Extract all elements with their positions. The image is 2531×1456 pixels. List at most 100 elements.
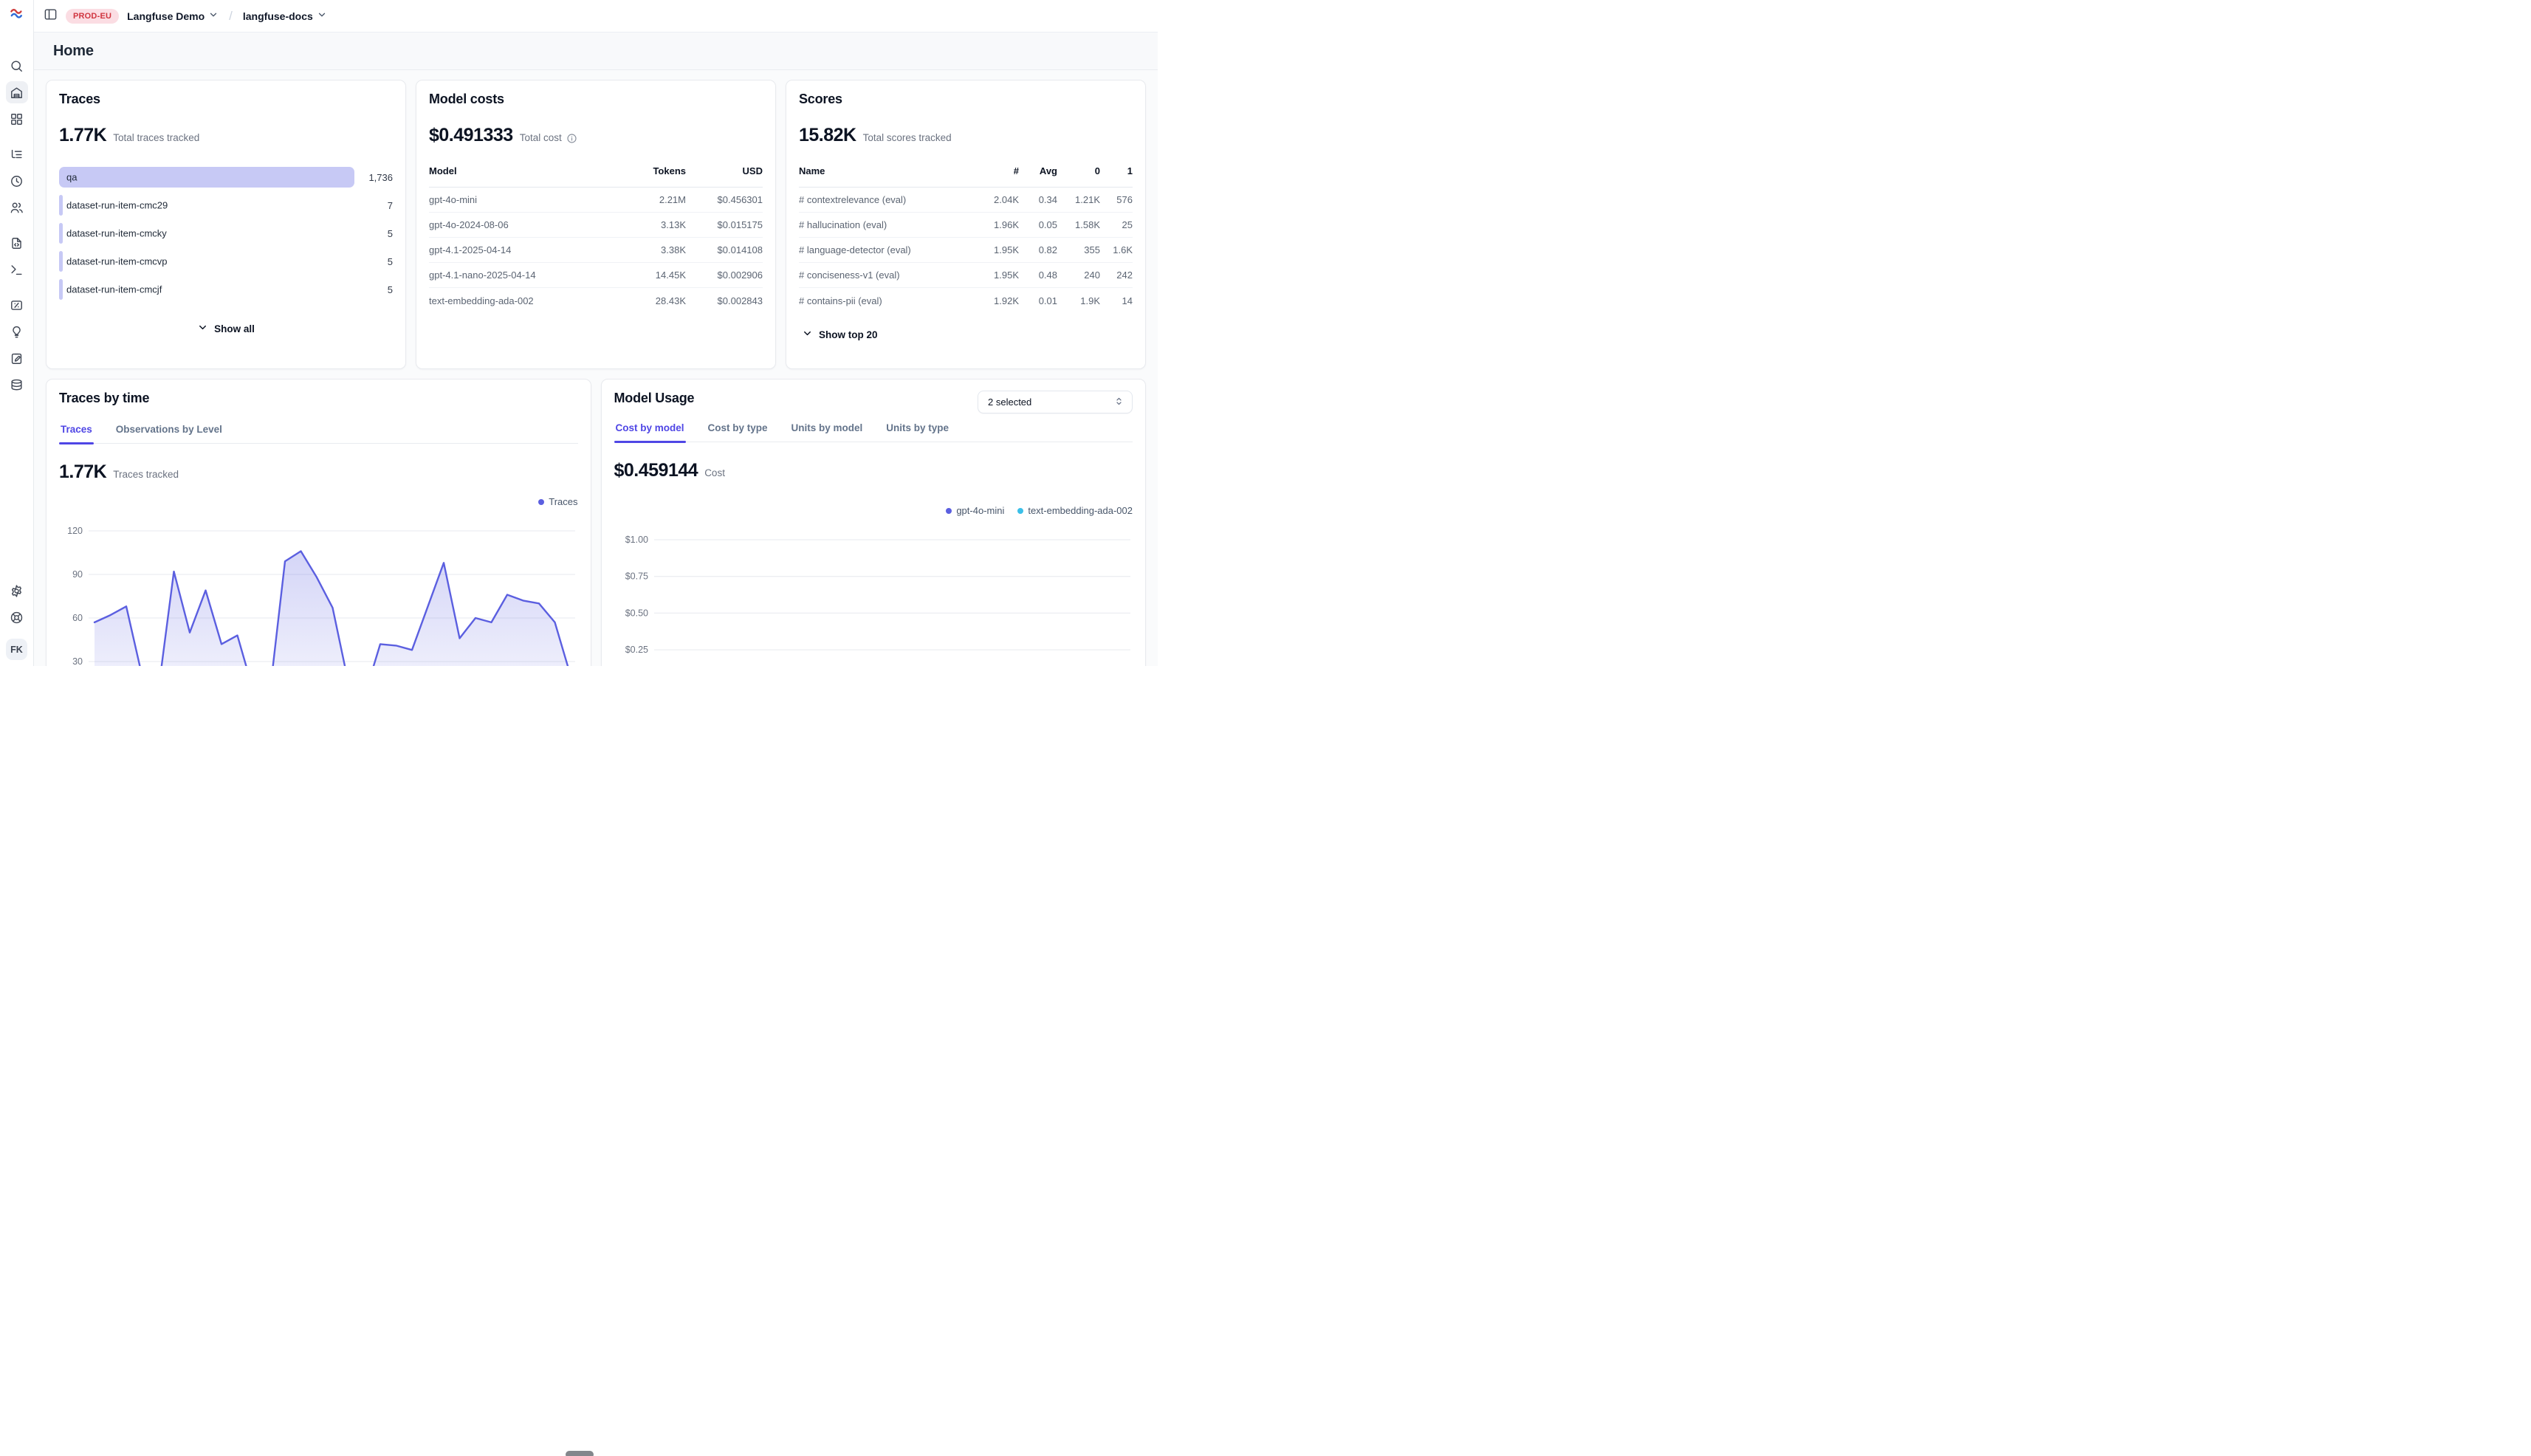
- list-tree-icon: [10, 148, 24, 162]
- database-icon: [10, 378, 24, 392]
- trace-count-bar: [59, 223, 63, 244]
- horizontal-scrollbar-thumb[interactable]: [566, 1451, 594, 1456]
- trace-count-bar: [59, 251, 63, 272]
- traces-by-time-card: Traces by time Traces Observations by Lev…: [46, 379, 591, 666]
- trace-count-bar: [59, 279, 63, 300]
- score-count: 1.92K: [976, 295, 1019, 306]
- tab-units-by-model[interactable]: Units by model: [790, 422, 865, 442]
- model-select-dropdown[interactable]: 2 selected: [978, 391, 1133, 413]
- traces-tracked-label: Traces tracked: [113, 469, 179, 480]
- trace-name: dataset-run-item-cmcvp: [66, 256, 168, 267]
- score-zero: 1.9K: [1057, 295, 1100, 306]
- trace-count-bar: [59, 167, 354, 188]
- model-tokens: 28.43K: [622, 295, 686, 306]
- trace-count: 5: [354, 256, 393, 267]
- topbar: PROD-EU Langfuse Demo / langfuse-docs: [34, 0, 1158, 32]
- model-usage-chart: $1.00$0.75$0.50$0.25: [614, 521, 1133, 666]
- traces-tracked-value: 1.77K: [59, 461, 106, 483]
- score-zero: 1.58K: [1057, 219, 1100, 230]
- org-selector[interactable]: Langfuse Demo: [127, 10, 219, 22]
- scores-total: 15.82K: [799, 125, 856, 146]
- trace-count: 7: [354, 200, 393, 211]
- langfuse-logo[interactable]: [10, 8, 24, 23]
- score-one: 242: [1100, 269, 1133, 281]
- trace-name-row[interactable]: dataset-run-item-cmc297: [59, 195, 393, 216]
- score-zero: 1.21K: [1057, 194, 1100, 205]
- sidebar-item-search[interactable]: [5, 52, 29, 79]
- sidebar-item-annotation[interactable]: [5, 345, 29, 371]
- main-column: PROD-EU Langfuse Demo / langfuse-docs Ho…: [34, 0, 1158, 666]
- langfuse-logo-icon: [10, 7, 24, 24]
- model-cost-row: gpt-4.1-nano-2025-04-1414.45K$0.002906: [429, 263, 763, 288]
- show-all-button[interactable]: Show all: [59, 322, 393, 335]
- sidebar-item-dashboards[interactable]: [5, 106, 29, 132]
- sidebar-toggle-button[interactable]: [44, 7, 58, 25]
- tab-traces[interactable]: Traces: [59, 424, 94, 443]
- score-name: # language-detector (eval): [799, 244, 976, 255]
- score-avg: 0.01: [1019, 295, 1057, 306]
- score-row: # hallucination (eval)1.96K0.051.58K25: [799, 213, 1133, 238]
- sidebar-item-playground[interactable]: [5, 256, 29, 283]
- score-count: 2.04K: [976, 194, 1019, 205]
- sidebar-item-support[interactable]: [5, 604, 29, 631]
- tab-observations-by-level[interactable]: Observations by Level: [114, 424, 224, 443]
- content: Traces 1.77K Total traces tracked qa1,73…: [34, 70, 1158, 666]
- tab-cost-by-model[interactable]: Cost by model: [614, 422, 686, 442]
- model-name: gpt-4.1-nano-2025-04-14: [429, 269, 622, 281]
- model-usage-cost-label: Cost: [704, 467, 725, 478]
- trace-name-row[interactable]: qa1,736: [59, 167, 393, 188]
- score-count: 1.96K: [976, 219, 1019, 230]
- langfuse-logo: [10, 7, 24, 21]
- score-row: # conciseness-v1 (eval)1.95K0.48240242: [799, 263, 1133, 288]
- home-icon: [10, 86, 24, 100]
- sidebar-item-home[interactable]: [5, 79, 29, 106]
- panel-left-icon: [44, 7, 58, 25]
- score-row: # contextrelevance (eval)2.04K0.341.21K5…: [799, 188, 1133, 213]
- trace-name: qa: [66, 172, 77, 183]
- tab-cost-by-type[interactable]: Cost by type: [707, 422, 769, 442]
- project-selector[interactable]: langfuse-docs: [243, 10, 327, 22]
- sidebar-item-evaluation[interactable]: [5, 292, 29, 318]
- users-icon: [10, 201, 24, 215]
- show-top-20-label: Show top 20: [819, 329, 878, 340]
- tab-units-by-type[interactable]: Units by type: [885, 422, 950, 442]
- sidebar-item-llm-as-a-judge[interactable]: [5, 318, 29, 345]
- legend-item: gpt-4o-mini: [946, 505, 1004, 516]
- score-one: 25: [1100, 219, 1133, 230]
- svg-text:60: 60: [72, 613, 83, 623]
- sidebar-item-tracing[interactable]: [5, 141, 29, 168]
- model-cost-row: gpt-4.1-2025-04-143.38K$0.014108: [429, 238, 763, 263]
- score-avg: 0.82: [1019, 244, 1057, 255]
- sidebar-item-settings[interactable]: [5, 577, 29, 604]
- trace-name-row[interactable]: dataset-run-item-cmcky5: [59, 223, 393, 244]
- score-avg: 0.05: [1019, 219, 1057, 230]
- show-top-20-button[interactable]: Show top 20: [802, 328, 1133, 341]
- sidebar-item-prompts[interactable]: [5, 230, 29, 256]
- chevrons-up-down-icon: [1113, 396, 1124, 407]
- trace-name-row[interactable]: dataset-run-item-cmcvp 5: [59, 251, 393, 272]
- percent-square-icon: [10, 298, 24, 312]
- trace-name-row[interactable]: dataset-run-item-cmcjf5: [59, 279, 393, 300]
- score-one: 14: [1100, 295, 1133, 306]
- info-icon[interactable]: [566, 131, 577, 145]
- trace-count: 5: [354, 228, 393, 239]
- trace-name: dataset-run-item-cmcjf: [66, 284, 162, 295]
- traces-by-time-title: Traces by time: [59, 391, 578, 406]
- model-name: gpt-4.1-2025-04-14: [429, 244, 622, 255]
- model-name: gpt-4o-2024-08-06: [429, 219, 622, 230]
- sidebar-item-sessions[interactable]: [5, 168, 29, 194]
- traces-list: qa1,736 dataset-run-item-cmc297 dataset-ru…: [59, 167, 393, 300]
- top-card-row: Traces 1.77K Total traces tracked qa1,73…: [46, 80, 1146, 369]
- sidebar-item-users[interactable]: [5, 194, 29, 221]
- model-costs-card-title: Model costs: [429, 92, 763, 107]
- trace-count-bar: [59, 195, 63, 216]
- legend-item: Traces: [538, 496, 577, 507]
- avatar[interactable]: FK: [6, 639, 27, 660]
- scores-card-title: Scores: [799, 92, 1133, 107]
- chevron-down-icon: [317, 10, 327, 22]
- sidebar-item-datasets[interactable]: [5, 371, 29, 398]
- terminal-icon: [10, 263, 24, 277]
- app-root: FK PROD-EU Langfuse Demo / langfuse-docs…: [0, 0, 1158, 666]
- model-tokens: 2.21M: [622, 194, 686, 205]
- model-usd: $0.002843: [686, 295, 763, 306]
